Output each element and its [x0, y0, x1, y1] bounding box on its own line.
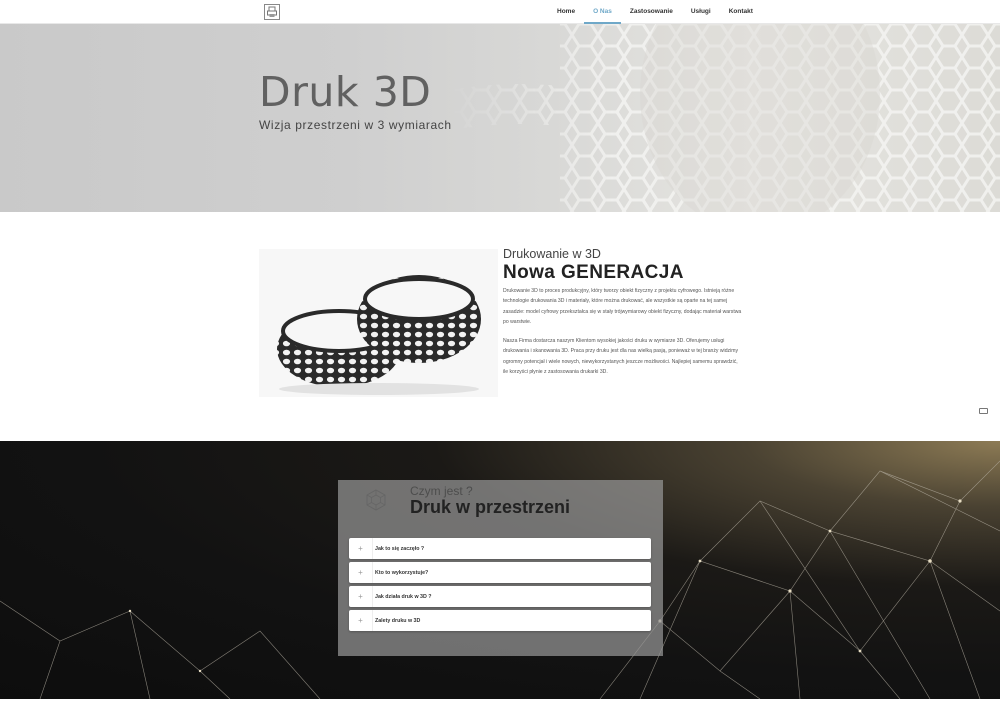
faq-question: Kto to wykorzystuje? [375, 569, 429, 576]
hero-subtitle: Wizja przestrzeni w 3 wymiarach [259, 118, 452, 132]
faq-item[interactable]: + Jak działa druk w 3D ? [349, 586, 651, 607]
nav-home[interactable]: Home [548, 0, 584, 24]
about-kicker: Drukowanie w 3D [503, 247, 601, 261]
faq-kicker: Czym jest ? [410, 484, 473, 498]
plus-icon: + [349, 610, 373, 631]
hero-title: Druk 3D [259, 68, 432, 116]
hexagon-cube-icon [366, 489, 386, 511]
page-footer-strip [0, 699, 1000, 706]
faq-question: Jak to się zaczęło ? [375, 545, 425, 552]
faq-item[interactable]: + Kto to wykorzystuje? [349, 562, 651, 583]
3d-printed-bracelets-image [259, 249, 498, 397]
faq-question: Jak działa druk w 3D ? [375, 593, 432, 600]
nav-kontakt[interactable]: Kontakt [720, 0, 762, 24]
chat-icon[interactable] [979, 408, 988, 414]
main-menu: Home O Nas Zastosowanie Usługi Kontakt [548, 0, 762, 24]
about-paragraph-2: Nasza Firma dostarcza naszym Klientom wy… [503, 338, 738, 376]
faq-item[interactable]: + Jak to się zaczęło ? [349, 538, 651, 559]
printer-logo-icon[interactable] [264, 4, 280, 20]
nav-o-nas[interactable]: O Nas [584, 0, 621, 24]
about-section: Drukowanie w 3D Nowa GENERACJA Drukowani… [0, 212, 1000, 441]
faq-section: Czym jest ? Druk w przestrzeni + Jak to … [0, 441, 1000, 699]
plus-icon: + [349, 562, 373, 583]
hero-lattice-background [330, 24, 1000, 212]
faq-item[interactable]: + Zalety druku w 3D [349, 610, 651, 631]
faq-panel: Czym jest ? Druk w przestrzeni + Jak to … [338, 480, 663, 656]
hero-banner: Druk 3D Wizja przestrzeni w 3 wymiarach [0, 24, 1000, 212]
about-paragraph-1: Drukowanie 3D to proces produkcyjny, któ… [503, 288, 742, 326]
faq-question: Zalety druku w 3D [375, 617, 421, 624]
faq-title: Druk w przestrzeni [410, 497, 571, 517]
about-title: Nowa GENERACJA [503, 262, 684, 283]
plus-icon: + [349, 586, 373, 607]
top-navbar: Home O Nas Zastosowanie Usługi Kontakt [0, 0, 1000, 24]
nav-uslugi[interactable]: Usługi [682, 0, 720, 24]
nav-zastosowanie[interactable]: Zastosowanie [621, 0, 682, 24]
plus-icon: + [349, 538, 373, 559]
